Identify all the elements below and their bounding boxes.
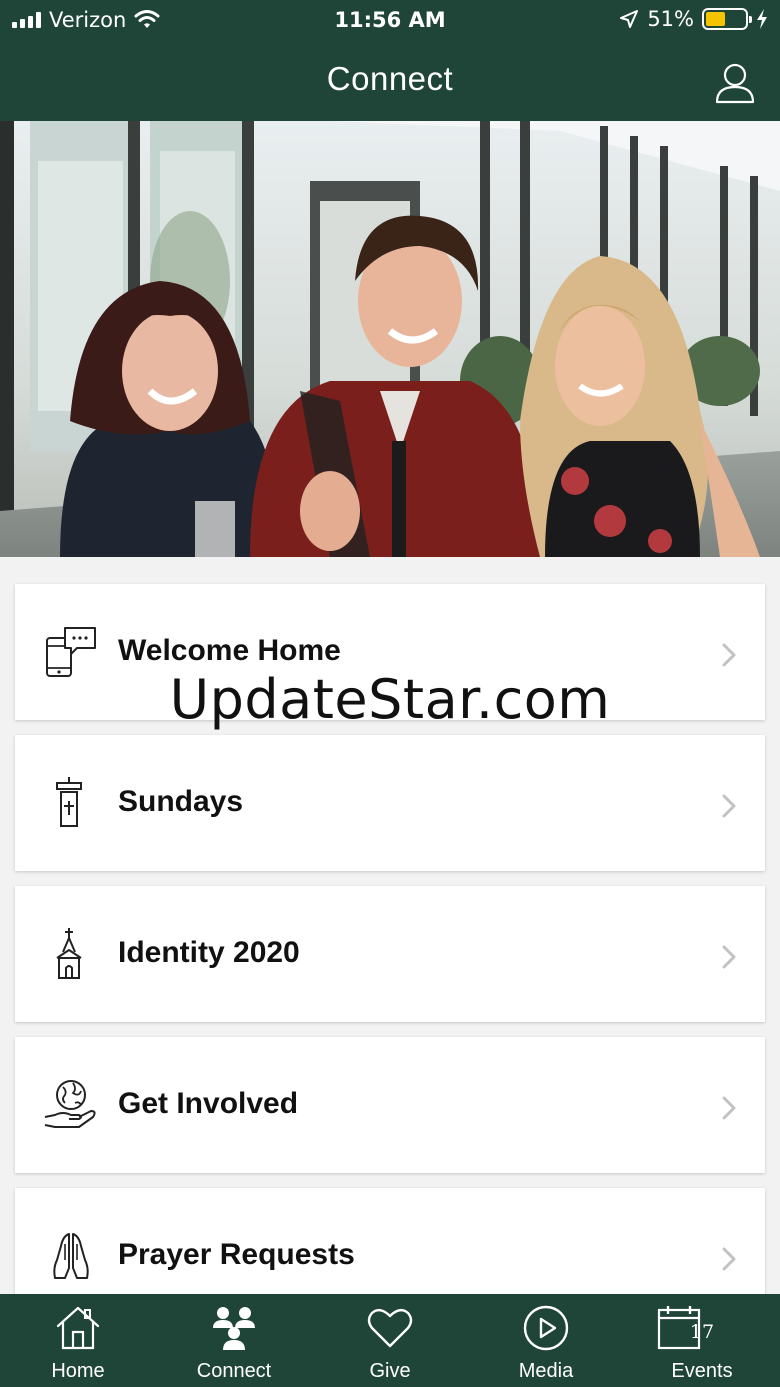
hero-photo [0, 121, 780, 557]
user-profile-icon[interactable] [714, 62, 756, 104]
play-icon [523, 1305, 569, 1351]
menu-item-label: Sundays [118, 785, 244, 818]
watermark: UpdateStar.com [169, 668, 611, 731]
battery-percent: 51% [647, 7, 694, 31]
tab-give[interactable]: Give [312, 1294, 468, 1387]
menu-item-sundays[interactable]: Sundays [15, 735, 765, 871]
calendar-icon: 17 [657, 1304, 725, 1350]
chevron-right-icon [722, 945, 736, 969]
chevron-right-icon [722, 643, 736, 667]
menu-item-get-involved[interactable]: Get Involved [15, 1037, 765, 1173]
tab-events[interactable]: 17 Events [624, 1294, 780, 1387]
charging-bolt-icon [757, 9, 767, 29]
page-title: Connect [326, 60, 454, 97]
menu-item-label: Identity 2020 [118, 936, 300, 969]
tab-label: Events [671, 1360, 733, 1382]
tab-media[interactable]: Media [468, 1294, 624, 1387]
menu-item-label: Get Involved [118, 1087, 299, 1120]
chevron-right-icon [722, 794, 736, 818]
tab-bar: Home Connect Give Media 17 Events [0, 1294, 780, 1387]
home-icon [56, 1306, 100, 1350]
heart-icon [367, 1308, 413, 1348]
pulpit-icon [56, 777, 82, 827]
tab-label: Give [369, 1360, 411, 1382]
globe-hand-icon [44, 1080, 96, 1128]
tab-label: Home [51, 1360, 105, 1382]
battery-icon [702, 8, 752, 30]
status-right: 51% [619, 7, 768, 31]
menu-item-label: Welcome Home [118, 634, 341, 667]
menu-item-identity-2020[interactable]: Identity 2020 [15, 886, 765, 1022]
chevron-right-icon [722, 1096, 736, 1120]
tab-home[interactable]: Home [0, 1294, 156, 1387]
menu-item-label: Prayer Requests [118, 1238, 355, 1271]
tab-label: Connect [196, 1360, 272, 1382]
praying-hands-icon [53, 1233, 89, 1279]
people-icon [213, 1307, 255, 1350]
tab-label: Media [518, 1360, 574, 1382]
chevron-right-icon [722, 1247, 736, 1271]
nav-bar: Connect [0, 40, 780, 121]
tab-connect[interactable]: Connect [156, 1294, 312, 1387]
calendar-day: 17 [689, 1321, 715, 1343]
battery-fill [706, 12, 725, 26]
location-arrow-icon [620, 10, 639, 28]
status-bar: Verizon 11:56 AM 51% [0, 0, 780, 40]
church-icon [56, 928, 82, 979]
